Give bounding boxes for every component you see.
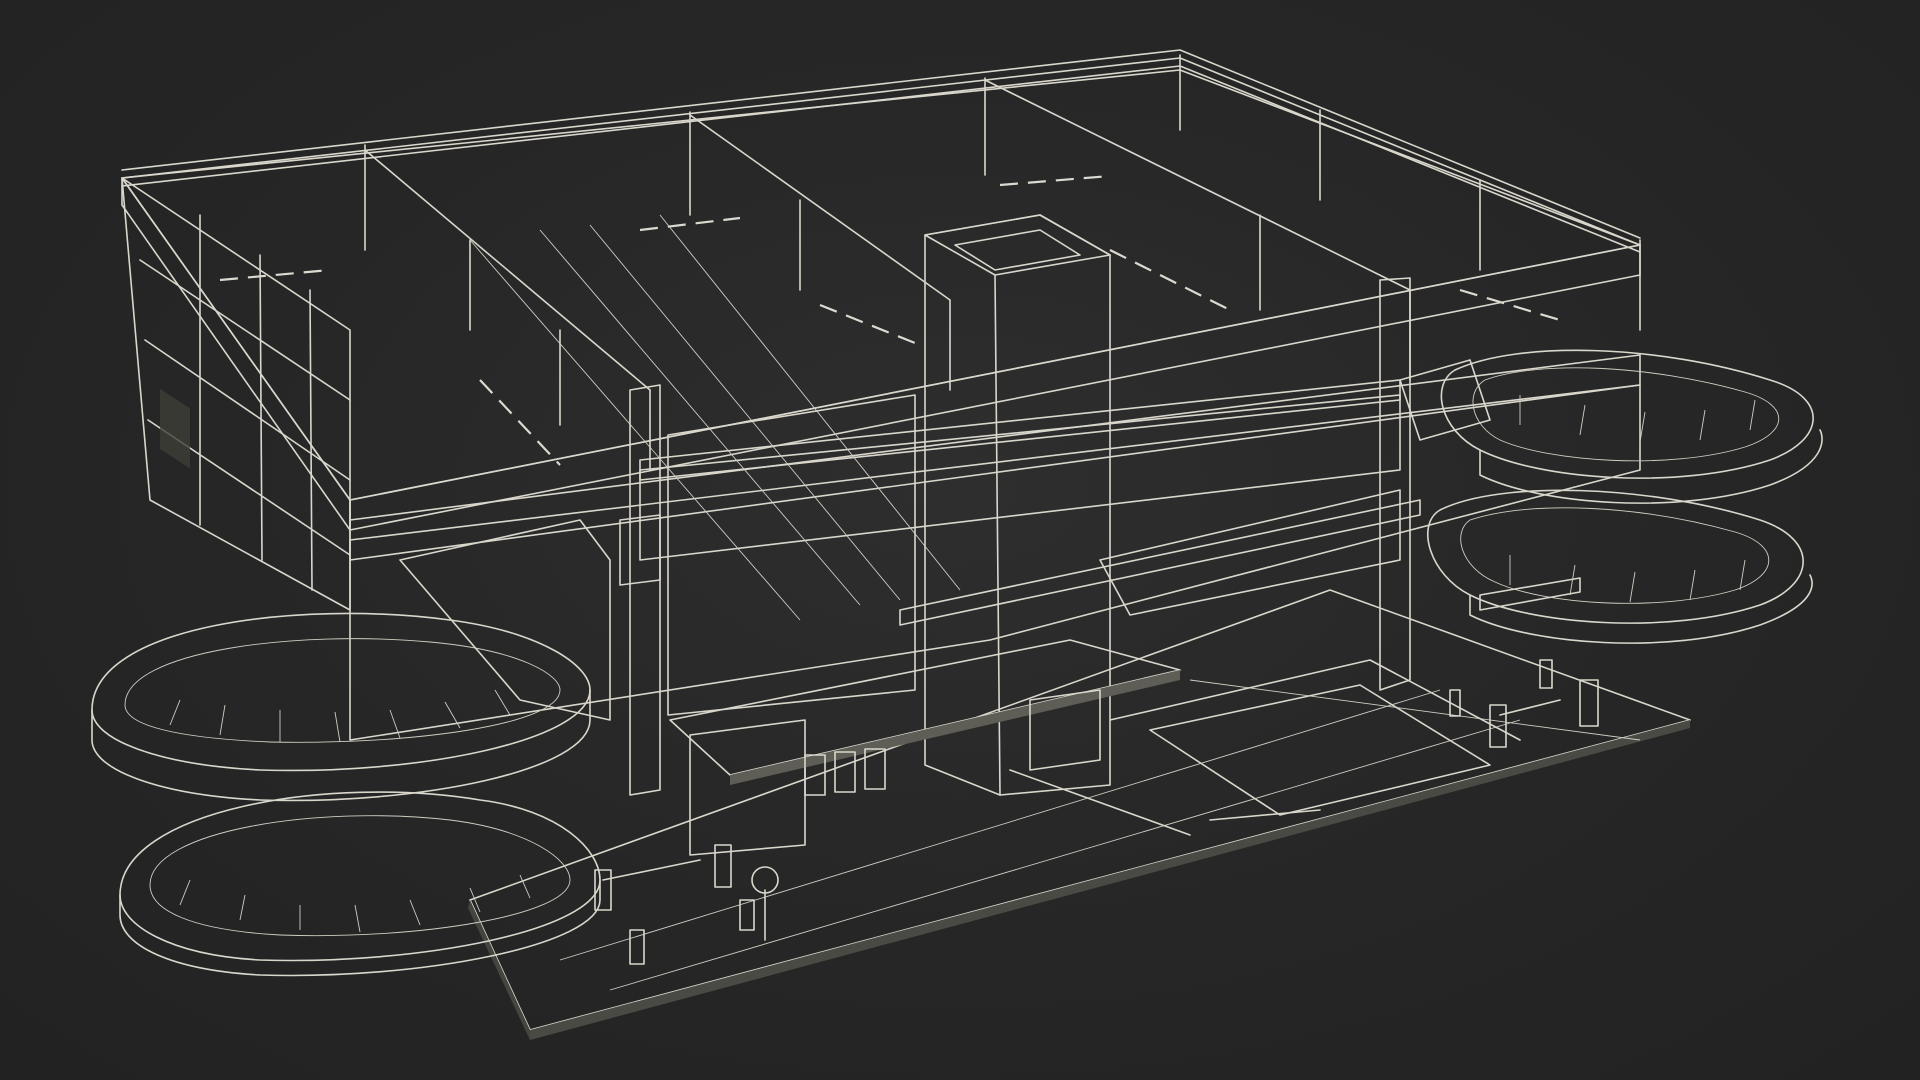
ground-slab	[468, 589, 1691, 1040]
right-spiral-ramp	[1399, 349, 1823, 644]
left-facade	[121, 177, 351, 611]
parking-garage-model	[91, 49, 1823, 1040]
round-traffic-sign	[751, 866, 779, 894]
render-viewport	[0, 0, 1920, 1080]
left-spiral-ramp	[91, 519, 611, 977]
